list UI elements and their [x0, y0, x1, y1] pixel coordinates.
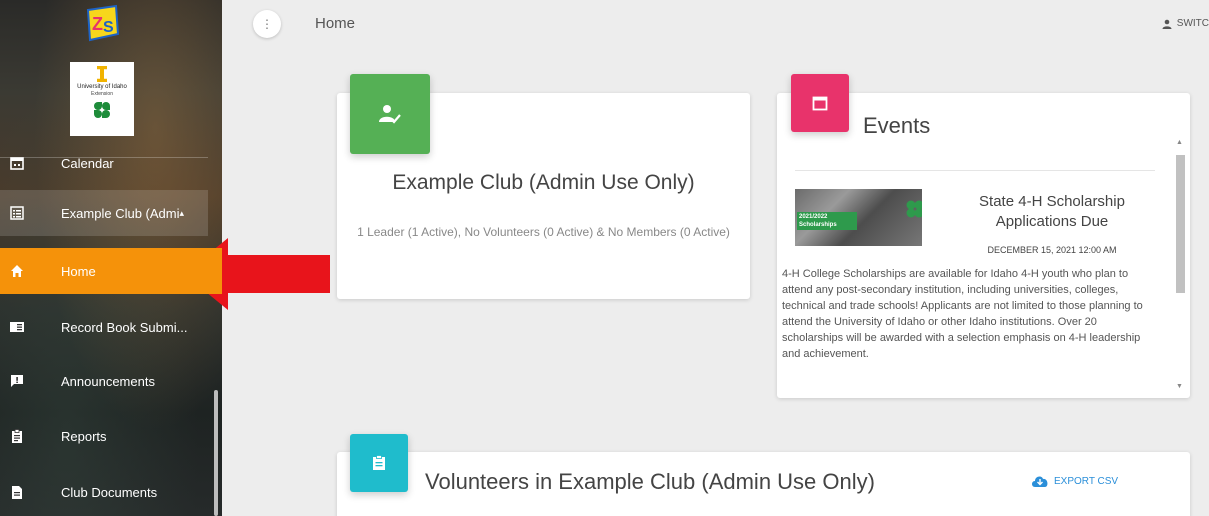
sidebar-scrollbar[interactable]: [214, 390, 218, 516]
more-menu-button[interactable]: ⋮: [253, 10, 281, 38]
events-scroll-thumb[interactable]: [1176, 155, 1185, 293]
sidebar-item-label: Club Documents: [61, 484, 158, 500]
sidebar-item-home[interactable]: Home: [0, 248, 222, 294]
event-title[interactable]: State 4-H Scholarship Applications Due: [952, 192, 1152, 232]
club-badge: [350, 74, 430, 154]
export-csv-button[interactable]: EXPORT CSV: [1031, 475, 1118, 487]
home-icon: [9, 263, 25, 279]
person-icon: [1162, 19, 1172, 29]
sidebar-item-reports[interactable]: Reports: [0, 413, 208, 459]
calendar-icon: [812, 96, 828, 111]
university-name: University of Idaho: [77, 84, 127, 90]
sidebar-item-label: Calendar: [61, 155, 114, 171]
calendar-icon: [9, 155, 25, 171]
events-badge: [791, 74, 849, 132]
export-label: EXPORT CSV: [1054, 475, 1119, 487]
clover-icon: [93, 101, 111, 119]
svg-text:S: S: [103, 19, 114, 36]
expand-caret-icon[interactable]: ▴: [180, 208, 185, 219]
sidebar-item-label: Record Book Submi...: [61, 319, 188, 335]
clipboard-icon: [373, 455, 385, 470]
page-title: Home: [315, 15, 356, 32]
events-title: Events: [863, 113, 931, 138]
extension-label: Extension: [91, 91, 113, 97]
volunteers-card: Volunteers in Example Club (Admin Use On…: [337, 452, 1190, 516]
switch-label: SWITC: [1176, 18, 1209, 29]
sidebar-item-example-club[interactable]: Example Club (Admi ▴: [0, 190, 208, 236]
zsuite-logo[interactable]: Z S: [84, 4, 120, 42]
switch-user-button[interactable]: SWITC: [1162, 18, 1209, 29]
sidebar-item-label: Announcements: [61, 373, 155, 389]
sidebar-item-calendar[interactable]: Calendar: [0, 140, 208, 186]
event-date: DECEMBER 15, 2021 12:00 AM: [987, 245, 1117, 255]
sidebar-item-record-book[interactable]: Record Book Submi...: [0, 304, 208, 350]
list-icon: [9, 205, 25, 221]
event-thumbnail[interactable]: 2021/2022 Scholarships: [795, 189, 922, 246]
sidebar-item-announcements[interactable]: Announcements: [0, 358, 208, 404]
sidebar-item-club-documents[interactable]: Club Documents: [0, 469, 208, 515]
volunteers-title: Volunteers in Example Club (Admin Use On…: [425, 469, 875, 494]
idaho-i-icon: [97, 66, 107, 82]
clover-icon: [906, 200, 922, 218]
announcement-icon: [9, 373, 25, 389]
club-membership-summary: 1 Leader (1 Active), No Volunteers (0 Ac…: [357, 225, 730, 239]
event-image-caption: 2021/2022 Scholarships: [797, 212, 857, 230]
clipboard-icon: [9, 428, 25, 444]
sidebar-item-label: Home: [61, 263, 96, 279]
sidebar-item-label: Example Club (Admi: [61, 205, 180, 221]
sidebar-item-label: Reports: [61, 428, 107, 444]
events-scrollbar[interactable]: ▲ ▼: [1173, 137, 1187, 395]
more-vertical-icon: ⋮: [261, 17, 273, 31]
scroll-down-icon[interactable]: ▼: [1176, 383, 1183, 390]
events-divider: [795, 170, 1155, 171]
sidebar: Z S University of Idaho Extension Calend…: [0, 0, 222, 516]
book-icon: [9, 319, 25, 335]
svg-text:Z: Z: [92, 14, 103, 34]
university-logo: University of Idaho Extension: [70, 62, 134, 136]
volunteers-badge: [350, 434, 408, 492]
person-check-icon: [379, 105, 401, 124]
events-card: Events 2021/2022 Scholarships State 4-H …: [777, 93, 1190, 398]
event-description: 4-H College Scholarships are available f…: [782, 268, 1143, 360]
cloud-download-icon: [1032, 476, 1048, 487]
club-title: Example Club (Admin Use Only): [392, 171, 695, 194]
scroll-up-icon[interactable]: ▲: [1176, 139, 1183, 146]
document-icon: [9, 484, 25, 500]
